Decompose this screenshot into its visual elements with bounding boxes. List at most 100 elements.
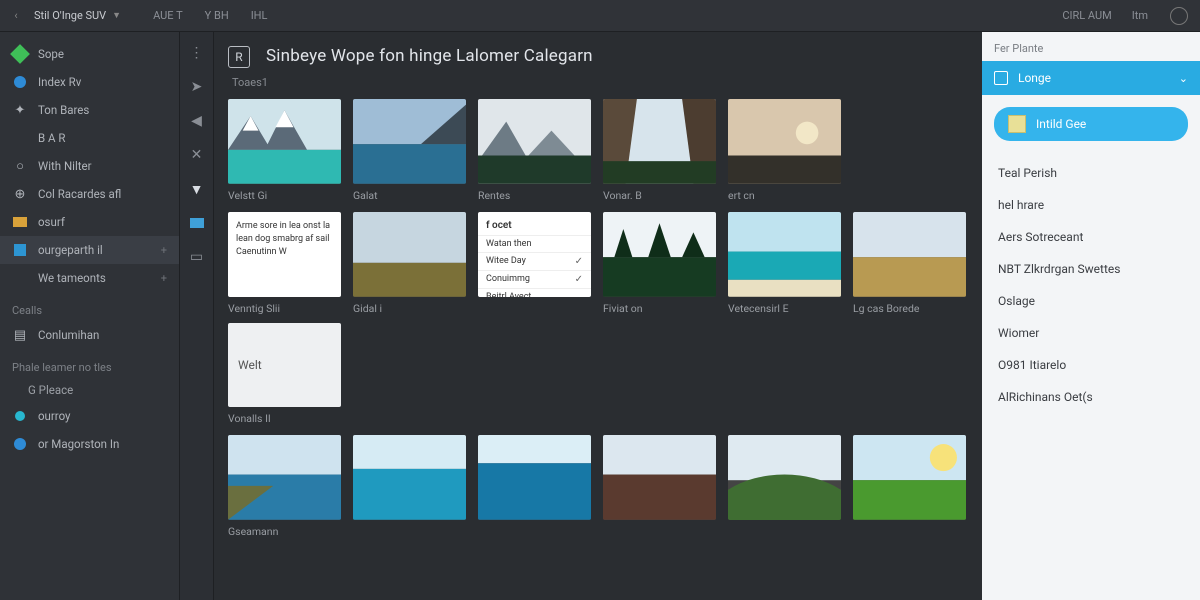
sidebar-section-a: Cealls (0, 292, 179, 321)
list-card-item[interactable]: Witee Day✓ (478, 252, 591, 270)
inspector-action-pill[interactable]: Intild Gee (994, 107, 1188, 141)
sidebar-sub-a[interactable]: ▤ Conlumihan (0, 321, 179, 349)
list-card-label: Witee Day (486, 256, 526, 267)
input-card[interactable]: Welt (228, 323, 341, 408)
workspace-title: Stil O'Inge SUV (34, 9, 106, 22)
top-right-1[interactable]: Itm (1124, 5, 1156, 26)
thumb-card-r1-1[interactable]: Galat (353, 99, 466, 202)
thumb-card-r2-input[interactable]: WeltVonalls II (228, 323, 341, 426)
inspector-item-5[interactable]: Wiomer (982, 317, 1200, 349)
thumb-caption: Venntig Slii (228, 297, 341, 315)
sidebar-item-label: Sope (38, 47, 64, 61)
dot-icon (12, 436, 28, 452)
square-icon (12, 242, 28, 258)
thumb-card-r3-2[interactable] (478, 435, 591, 538)
thumb-card-r2-4[interactable]: Vetecensirl E (728, 212, 841, 426)
sidebar-item-label: or Magorston In (38, 437, 119, 451)
search-icon[interactable] (1170, 7, 1188, 25)
thumb-card-r1-4[interactable]: ert cn (728, 99, 841, 202)
landscape-thumb (853, 212, 966, 297)
workspace-dropdown[interactable]: Stil O'Inge SUV ▼ (28, 9, 127, 22)
thumb-card-r1-3[interactable]: Vonar. B (603, 99, 716, 202)
add-icon[interactable]: + (161, 244, 167, 257)
sidebar-sub-b[interactable]: G Pleace (0, 378, 179, 402)
tab-1[interactable]: Y BH (197, 5, 237, 26)
list-card-item[interactable]: Conuimmg✓ (478, 270, 591, 288)
thumb-caption: Galat (353, 184, 466, 202)
tool-more[interactable]: ⋮ (186, 42, 208, 64)
sidebar-item-1[interactable]: Index Rv (0, 68, 179, 96)
tool-x[interactable]: ✕ (186, 144, 208, 166)
top-right-0[interactable]: CIRL AUM (1054, 5, 1119, 26)
list-card-header: f ocet (478, 218, 591, 235)
heading-badge: R (228, 46, 250, 68)
add-icon[interactable]: + (161, 272, 167, 285)
list-card-item[interactable]: Beitrl Avect (478, 288, 591, 297)
thumb-card-r2-1[interactable]: Gidal i (353, 212, 466, 426)
landscape-thumb (603, 99, 716, 184)
inspector-item-4[interactable]: Oslage (982, 285, 1200, 317)
inspector-selected[interactable]: Longe ⌄ (982, 61, 1200, 95)
sidebar-item-3[interactable]: B A R (0, 124, 179, 152)
inspector-selected-label: Longe (1018, 71, 1051, 85)
inspector-item-1[interactable]: hel hrare (982, 189, 1200, 221)
swatch-icon (1008, 115, 1026, 133)
dot-icon (12, 408, 28, 424)
sidebar-item-2[interactable]: ✦ Ton Bares (0, 96, 179, 124)
landscape-thumb (228, 435, 341, 520)
sidebar-item-8[interactable]: We tameonts + (0, 264, 179, 292)
sidebar-section-b: Phale leamer no tles (0, 349, 179, 378)
thumb-card-r2-0[interactable]: Arme sore in lea onst lalean dog smabrg … (228, 212, 341, 315)
tool-rect2[interactable]: ▭ (186, 246, 208, 268)
back-button[interactable]: ‹ (8, 9, 24, 22)
text-card-line: Caenutinn W (236, 246, 333, 259)
thumb-card-r2-3[interactable]: Fiviat on (603, 212, 716, 426)
inspector-pill-label: Intild Gee (1036, 117, 1086, 131)
tool-rail: ⋮ ➤ ◀ ✕ ▼ ▭ (180, 32, 214, 600)
content-area: R Sinbeye Wope fon hinge Lalomer Calegar… (214, 32, 982, 600)
thumb-card-r3-0[interactable]: Gseamann (228, 435, 341, 538)
thumb-card-r3-1[interactable] (353, 435, 466, 538)
page-title: Sinbeye Wope fon hinge Lalomer Calegarn (266, 46, 593, 66)
inspector-item-3[interactable]: NBT Zlkrdrgan Swettes (982, 253, 1200, 285)
inspector-item-2[interactable]: Aers Sotreceant (982, 221, 1200, 253)
thumb-caption (353, 520, 466, 525)
thumb-card-r2-2[interactable]: f ocetWatan thenWitee Day✓Conuimmg✓Beitr… (478, 212, 591, 426)
inspector-item-0[interactable]: Teal Perish (982, 157, 1200, 189)
inspector-item-7[interactable]: AlRichinans Oet(s (982, 381, 1200, 413)
tool-filter[interactable]: ▼ (186, 178, 208, 200)
landscape-thumb (478, 435, 591, 520)
layer-icon (994, 71, 1008, 85)
thumb-caption: Vetecensirl E (728, 297, 841, 315)
tool-arrow-right[interactable]: ➤ (186, 76, 208, 98)
sidebar-item-6[interactable]: osurf (0, 208, 179, 236)
inspector-item-6[interactable]: O981 Itiarelo (982, 349, 1200, 381)
thumb-card-r1-0[interactable]: Velstt Gi (228, 99, 341, 202)
sidebar-dot-0[interactable]: ourroy (0, 402, 179, 430)
diamond-icon (12, 46, 28, 62)
sidebar-dot-1[interactable]: or Magorston In (0, 430, 179, 458)
list-card-item[interactable]: Watan then (478, 235, 591, 252)
sidebar-item-label: ourgeparth il (38, 243, 103, 257)
thumb-card-r3-4[interactable] (728, 435, 841, 538)
chevron-down-icon: ▼ (112, 10, 121, 21)
sidebar-item-7[interactable]: ourgeparth il + (0, 236, 179, 264)
sidebar-item-label: Index Rv (38, 75, 81, 89)
landscape-thumb (228, 99, 341, 184)
indent-icon (12, 130, 28, 146)
tool-rect[interactable] (186, 212, 208, 234)
sidebar-item-4[interactable]: ○ With Nilter (0, 152, 179, 180)
tool-arrow-left[interactable]: ◀ (186, 110, 208, 132)
sidebar-item-label: We tameonts (38, 271, 106, 285)
thumb-card-r2-5[interactable]: Lg cas Borede (853, 212, 966, 426)
sidebar-item-5[interactable]: ⊕ Col Racardes afl (0, 180, 179, 208)
tab-2[interactable]: IHL (243, 5, 276, 26)
thumb-card-r3-5[interactable] (853, 435, 966, 538)
circle-icon: ○ (12, 158, 28, 174)
landscape-thumb (353, 212, 466, 297)
thumb-card-r3-3[interactable] (603, 435, 716, 538)
thumb-card-r1-2[interactable]: Rentes (478, 99, 591, 202)
tab-0[interactable]: AUE T (145, 5, 191, 26)
sidebar-item-0[interactable]: Sope (0, 40, 179, 68)
landscape-thumb (478, 99, 591, 184)
